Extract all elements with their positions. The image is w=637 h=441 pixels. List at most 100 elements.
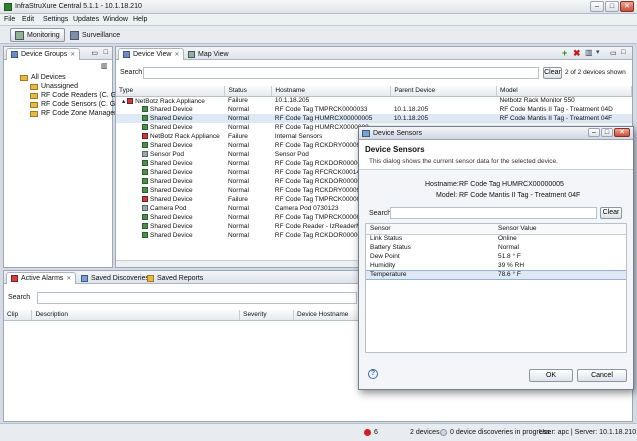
add-device-icon[interactable]: + bbox=[562, 48, 567, 58]
monitoring-perspective-button[interactable]: Monitoring bbox=[10, 28, 65, 42]
device-clear-button[interactable]: Clear bbox=[543, 67, 562, 79]
column-header-model[interactable]: Model bbox=[496, 86, 632, 97]
dialog-title: Device Sensors bbox=[373, 130, 423, 137]
alarm-count[interactable]: 6 bbox=[374, 429, 378, 436]
map-view-tab-label: Map View bbox=[198, 50, 229, 58]
tab-map-view[interactable]: Map View bbox=[184, 48, 233, 60]
cell-text: Normal bbox=[227, 214, 249, 221]
minimize-view-icon[interactable]: ▭ bbox=[91, 49, 98, 57]
sensor-row[interactable]: Battery Status Normal bbox=[366, 243, 626, 252]
sensor-row[interactable]: Dew Point 51.8 ° F bbox=[366, 252, 626, 261]
device-type-icon bbox=[142, 178, 148, 185]
maximize-view-icon[interactable]: □ bbox=[104, 49, 108, 56]
device-search-input[interactable] bbox=[143, 67, 539, 79]
tree-item-rf-code-readers[interactable]: RF Code Readers (C. Gask bbox=[30, 91, 127, 100]
device-groups-panel: Device Groups ✕ ▭ □ ▥ All Devices Unassi… bbox=[3, 46, 127, 268]
tab-device-view[interactable]: Device View ✕ bbox=[118, 48, 185, 60]
surveillance-perspective-button[interactable]: Surveillance bbox=[66, 28, 124, 42]
device-view-icon bbox=[123, 51, 130, 58]
menu-help[interactable]: Help bbox=[133, 16, 147, 23]
chart-icon[interactable]: ▥ bbox=[585, 48, 593, 57]
alarm-search-input[interactable] bbox=[37, 292, 357, 304]
cell-text: 10.1.18.205 bbox=[393, 106, 429, 113]
maximize-view-icon[interactable]: □ bbox=[621, 49, 625, 56]
discovery-status-text: 0 device discoveries in progress. bbox=[450, 429, 552, 436]
table-cell-status: Normal bbox=[225, 231, 272, 240]
sensor-table: Sensor Sensor Value Link Status Online Bat… bbox=[366, 224, 626, 280]
column-header-sensor-value[interactable]: Sensor Value bbox=[494, 224, 626, 235]
table-cell-type: Shared Device bbox=[116, 177, 225, 186]
menu-edit[interactable]: Edit bbox=[22, 16, 34, 23]
menu-file[interactable]: File bbox=[4, 16, 15, 23]
cell-text: RF Code Tag HUMRCX00000005 bbox=[274, 115, 373, 122]
close-window-button[interactable]: ✕ bbox=[620, 1, 634, 12]
column-header-clip[interactable]: Clip bbox=[4, 310, 33, 321]
dialog-search-input[interactable] bbox=[390, 207, 597, 219]
device-search-row: Search Clear 2 of 2 devices shown bbox=[116, 66, 632, 80]
column-header-parent-device[interactable]: Parent Device bbox=[390, 86, 498, 97]
tab-active-alarms[interactable]: Active Alarms ✕ bbox=[6, 272, 77, 284]
sensor-row[interactable]: Temperature 78.6 ° F bbox=[366, 269, 626, 280]
dialog-minimize-button[interactable]: – bbox=[588, 128, 600, 137]
alarm-error-icon bbox=[364, 429, 371, 436]
help-icon[interactable]: ? bbox=[368, 369, 378, 379]
column-header-severity[interactable]: Severity bbox=[239, 310, 295, 321]
device-groups-tabbar: Device Groups ✕ ▭ □ bbox=[4, 47, 112, 60]
saved-reports-tab-label: Saved Reports bbox=[157, 274, 204, 282]
sensor-row[interactable]: Humidity 39 % RH bbox=[366, 261, 626, 270]
table-row[interactable]: Shared Device Normal RF Code Tag TMPRCK000… bbox=[116, 105, 632, 114]
cell-text: Shared Device bbox=[150, 196, 193, 203]
model-value: RF Code Mantis II Tag - Treatment 04F bbox=[459, 192, 581, 199]
close-tab-icon[interactable]: ✕ bbox=[70, 51, 75, 58]
menu-window[interactable]: Window bbox=[103, 16, 128, 23]
cell-text: RF Code Tag RCKDOR000000 bbox=[274, 178, 365, 185]
column-header-type[interactable]: Type bbox=[116, 86, 226, 97]
chart-icon[interactable]: ▥ bbox=[101, 62, 108, 70]
dialog-close-button[interactable]: ✕ bbox=[614, 128, 630, 137]
menu-updates[interactable]: Updates bbox=[73, 16, 99, 23]
view-menu-icon[interactable]: ▾ bbox=[596, 48, 600, 56]
tab-saved-reports[interactable]: Saved Reports bbox=[143, 272, 207, 284]
column-header-status[interactable]: Status bbox=[224, 86, 273, 97]
ok-button[interactable]: OK bbox=[529, 369, 573, 382]
close-tab-icon[interactable]: ✕ bbox=[66, 275, 71, 282]
column-header-sensor[interactable]: Sensor bbox=[366, 224, 494, 235]
table-row[interactable]: ▴ NetBotz Rack Appliance Failure 10.1.18.2… bbox=[116, 96, 632, 105]
tab-saved-discoveries[interactable]: Saved Discoveries bbox=[77, 272, 153, 284]
minimize-button[interactable]: – bbox=[590, 1, 604, 12]
cell-text: Failure bbox=[227, 133, 248, 140]
cell-text: RF Code Mantis II Tag - Treatment 04F bbox=[499, 115, 613, 122]
dialog-maximize-button[interactable]: □ bbox=[601, 128, 613, 137]
tree-item-rf-code-sensors[interactable]: RF Code Sensors (C. Gask bbox=[30, 100, 126, 109]
maximize-button[interactable]: □ bbox=[605, 1, 619, 12]
close-tab-icon[interactable]: ✕ bbox=[174, 51, 179, 58]
column-header-description[interactable]: Description bbox=[31, 310, 241, 321]
delete-device-icon[interactable]: ✖ bbox=[573, 48, 581, 59]
menu-settings[interactable]: Settings bbox=[43, 16, 68, 23]
surveillance-icon bbox=[70, 30, 79, 40]
table-cell-status: Normal bbox=[225, 150, 272, 159]
table-cell-type: Camera Pod bbox=[116, 204, 225, 213]
column-header-hostname[interactable]: Hostname bbox=[271, 86, 392, 97]
table-cell-status: Normal bbox=[225, 222, 272, 231]
table-cell-status: Normal bbox=[225, 204, 272, 213]
table-cell-status: Normal bbox=[225, 168, 272, 177]
cell-text: Shared Device bbox=[150, 169, 193, 176]
tree-item-unassigned[interactable]: Unassigned bbox=[30, 82, 78, 91]
tree-item-rf-code-zone-managers[interactable]: RF Code Zone Managers bbox=[30, 109, 120, 118]
column-header-device-hostname[interactable]: Device Hostname bbox=[293, 310, 364, 321]
device-type-icon bbox=[142, 205, 148, 212]
cell-text: Normal bbox=[227, 124, 249, 131]
cell-text: Normal bbox=[227, 151, 249, 158]
sensor-table-box: Sensor Sensor Value Link Status Online Bat… bbox=[365, 223, 627, 353]
tab-device-groups[interactable]: Device Groups ✕ bbox=[6, 48, 81, 60]
sensor-cell-sensor: Battery Status bbox=[370, 244, 411, 251]
cell-text: Shared Device bbox=[150, 124, 193, 131]
minimize-view-icon[interactable]: ▭ bbox=[610, 49, 617, 57]
tree-item-all-devices[interactable]: All Devices bbox=[20, 73, 66, 82]
cancel-button[interactable]: Cancel bbox=[577, 369, 627, 382]
table-row[interactable]: Shared Device Normal RF Code Tag HUMRCX000… bbox=[116, 114, 632, 123]
table-cell-type: Shared Device bbox=[116, 222, 225, 231]
sensor-row[interactable]: Link Status Online bbox=[366, 234, 626, 243]
dialog-clear-button[interactable]: Clear bbox=[600, 207, 622, 219]
